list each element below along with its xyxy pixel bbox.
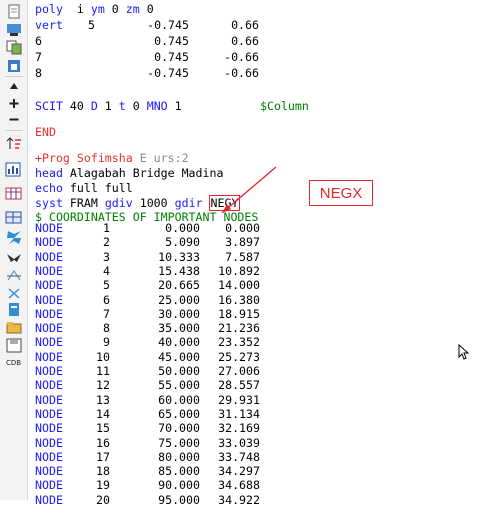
annotation-arrow bbox=[221, 166, 277, 214]
mouse-cursor-icon bbox=[458, 344, 470, 360]
annotation-label: NEGX bbox=[309, 180, 373, 206]
